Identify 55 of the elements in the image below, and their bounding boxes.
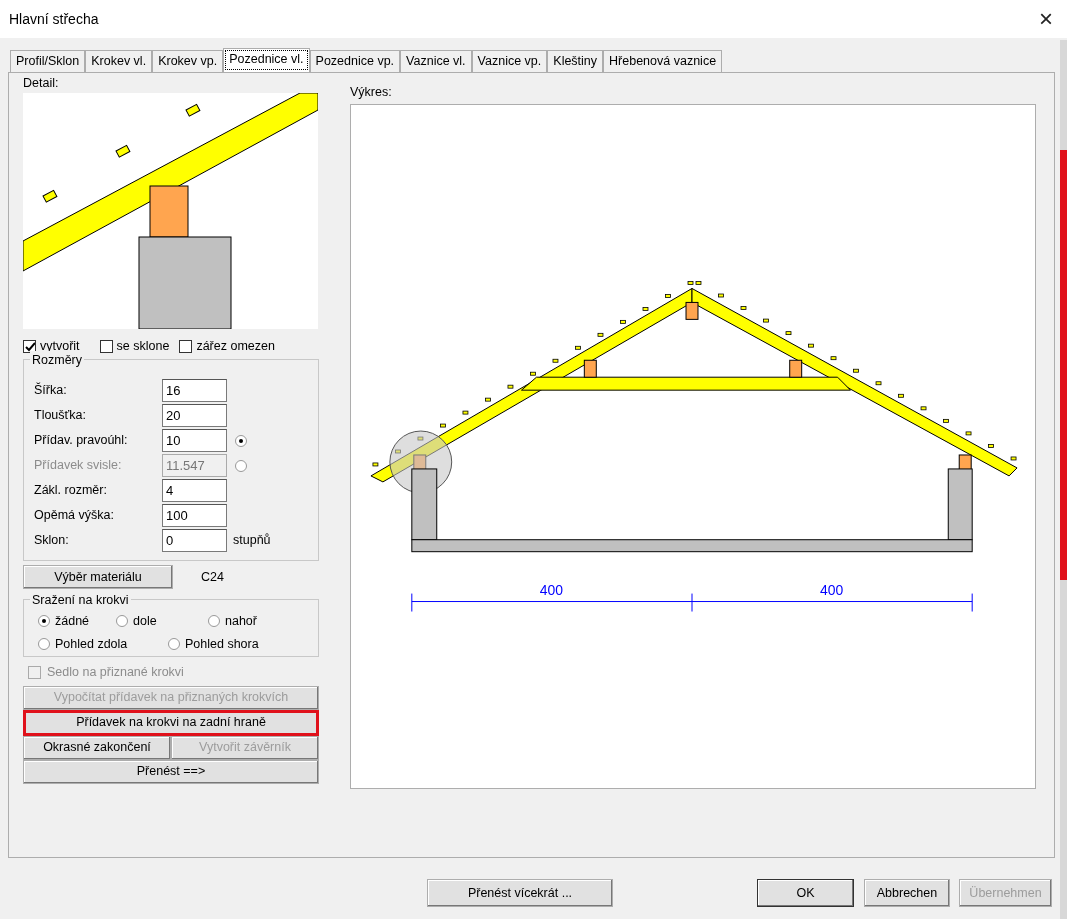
radio-label: žádné	[55, 613, 90, 630]
radio-button[interactable]	[208, 615, 220, 628]
radio-button[interactable]	[168, 638, 180, 651]
group-title: Rozměry	[30, 351, 84, 370]
input-field[interactable]: 20	[162, 404, 227, 427]
radio-label: nahoř	[225, 613, 257, 630]
material-button[interactable]: Výběr materiálu	[23, 565, 173, 589]
input-field[interactable]: 100	[162, 504, 227, 527]
radio-label: Pohled shora	[185, 635, 259, 653]
field-label: Přídavek svisle:	[34, 457, 123, 475]
dimension-value: 400	[819, 581, 844, 598]
field-label: Sklon:	[34, 532, 70, 550]
field-label: Přídav. pravoúhl:	[34, 432, 129, 450]
drawing-label: Výkres:	[350, 84, 392, 101]
radio-label: Pohled zdola	[55, 635, 128, 653]
radio-button[interactable]	[38, 615, 50, 628]
dialog-button[interactable]: OK	[757, 879, 854, 907]
window-title: Hlavní střecha	[9, 9, 99, 29]
dimension-value: 400	[539, 581, 564, 598]
action-button[interactable]: Přídavek na krokvi na zadní hraně	[23, 709, 319, 736]
field-label: Šířka:	[34, 381, 68, 400]
transfer-button[interactable]: Přenést vícekrát ...	[427, 879, 613, 907]
tab[interactable]: Krokev vl.	[85, 50, 153, 72]
checkbox-label: se sklone	[116, 337, 170, 355]
action-button[interactable]: Okrasné zakončení	[23, 735, 171, 760]
radio-button[interactable]	[235, 434, 247, 447]
field-label: Tloušťka:	[34, 407, 87, 425]
radio-label: dole	[133, 613, 157, 630]
tab[interactable]: Kleštiny	[547, 50, 604, 72]
tab[interactable]: Pozednice vl.	[223, 48, 310, 72]
tab[interactable]: Hřebenová vaznice	[603, 50, 723, 72]
input-field[interactable]: 4	[162, 479, 227, 502]
checkbox[interactable]	[179, 339, 193, 353]
field-label: Zákl. rozměr:	[34, 482, 108, 500]
checkbox[interactable]	[23, 339, 36, 353]
tab[interactable]: Profil/Sklon	[10, 50, 86, 72]
tab[interactable]: Krokev vp.	[152, 50, 224, 72]
checkbox-label: zářez omezen	[196, 337, 275, 355]
radio-button[interactable]	[116, 615, 128, 628]
close-button[interactable]: ×	[1033, 7, 1059, 31]
unit-label: stupňů	[233, 532, 271, 550]
checkbox-label: Sedlo na přiznané krokvi	[47, 664, 184, 681]
input-field[interactable]: 0	[162, 529, 227, 552]
input-field[interactable]: 10	[162, 429, 227, 452]
tab[interactable]: Pozednice vp.	[309, 50, 401, 72]
radio-button[interactable]	[38, 638, 50, 651]
tab[interactable]: Vaznice vl.	[400, 50, 472, 72]
checkbox[interactable]	[99, 339, 113, 353]
action-button[interactable]: Přenést ==>	[23, 759, 319, 784]
field-label: Opěmá výška:	[34, 507, 115, 525]
input-field[interactable]: 16	[162, 379, 227, 402]
detail-label: Detail:	[23, 75, 60, 92]
material-value: C24	[201, 568, 224, 586]
dialog-button[interactable]: Abbrechen	[864, 879, 950, 907]
tab[interactable]: Vaznice vp.	[471, 50, 548, 72]
